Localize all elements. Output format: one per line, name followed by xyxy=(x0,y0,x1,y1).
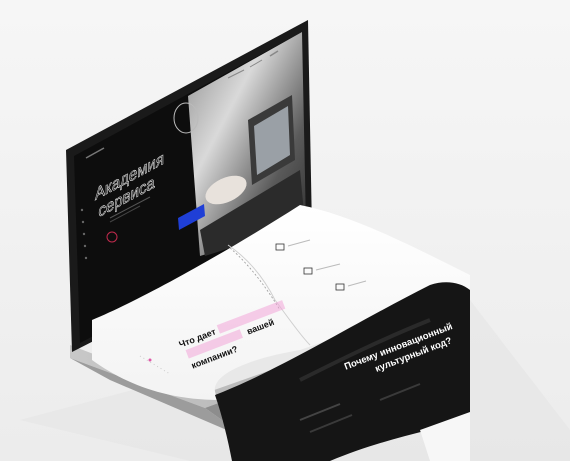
side-nav-dot-3[interactable] xyxy=(82,232,86,236)
side-nav-dot-4[interactable] xyxy=(83,244,87,248)
side-nav-dot-2[interactable] xyxy=(81,220,85,224)
laptop-mockup-scene: Академия сервиса Что дает вашей компании… xyxy=(0,0,570,461)
pink-dot xyxy=(148,358,152,362)
side-nav-dot-5[interactable] xyxy=(84,256,88,260)
side-nav-dot-1[interactable] xyxy=(80,208,84,212)
